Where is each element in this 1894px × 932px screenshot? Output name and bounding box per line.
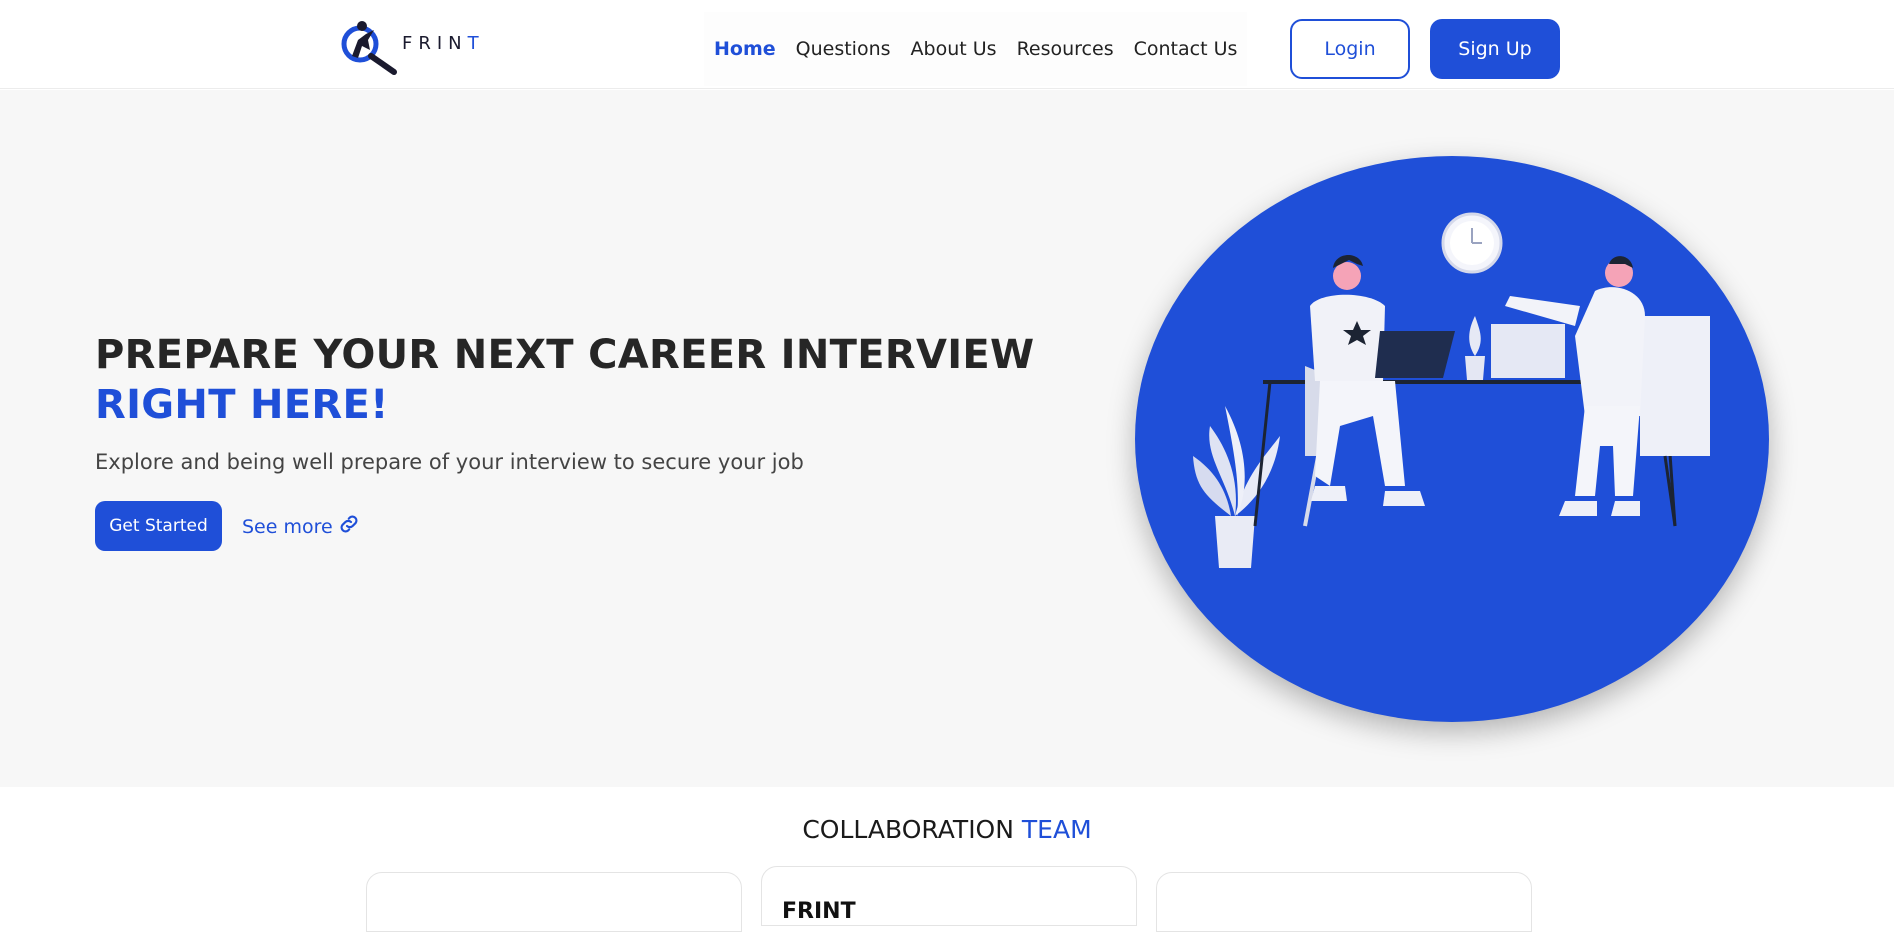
navbar: FRINT Home Questions About Us Resources …: [0, 0, 1894, 89]
hero-title: PREPARE YOUR NEXT CAREER INTERVIEW RIGHT…: [95, 330, 1034, 430]
hero-title-line2: RIGHT HERE!: [95, 382, 389, 428]
nav-contact-us[interactable]: Contact Us: [1134, 38, 1238, 60]
team-card-title: FRINT: [782, 899, 856, 924]
brand-logo[interactable]: FRINT: [338, 18, 485, 78]
team-section-title: COLLABORATION TEAM: [802, 815, 1092, 844]
magnifier-person-icon: [338, 16, 400, 80]
link-icon: [333, 512, 361, 541]
interview-illustration: [1135, 156, 1769, 722]
nav-questions[interactable]: Questions: [796, 38, 891, 60]
hero-subtitle: Explore and being well prepare of your i…: [95, 450, 804, 474]
team-card[interactable]: [1156, 872, 1532, 932]
hero-title-line1: PREPARE YOUR NEXT CAREER INTERVIEW: [95, 332, 1035, 378]
signup-button[interactable]: Sign Up: [1430, 19, 1560, 79]
brand-name: FRINT: [402, 32, 485, 54]
login-button[interactable]: Login: [1290, 19, 1410, 79]
team-card[interactable]: FRINT: [761, 866, 1137, 926]
see-more-label: See more: [242, 515, 333, 538]
nav-about-us[interactable]: About Us: [911, 38, 997, 60]
hero-section: PREPARE YOUR NEXT CAREER INTERVIEW RIGHT…: [0, 90, 1894, 787]
team-card[interactable]: [366, 872, 742, 932]
see-more-link[interactable]: See more: [242, 512, 361, 541]
nav-home[interactable]: Home: [714, 38, 776, 60]
nav-resources[interactable]: Resources: [1017, 38, 1114, 60]
main-nav: Home Questions About Us Resources Contac…: [704, 12, 1248, 86]
get-started-button[interactable]: Get Started: [95, 501, 222, 551]
